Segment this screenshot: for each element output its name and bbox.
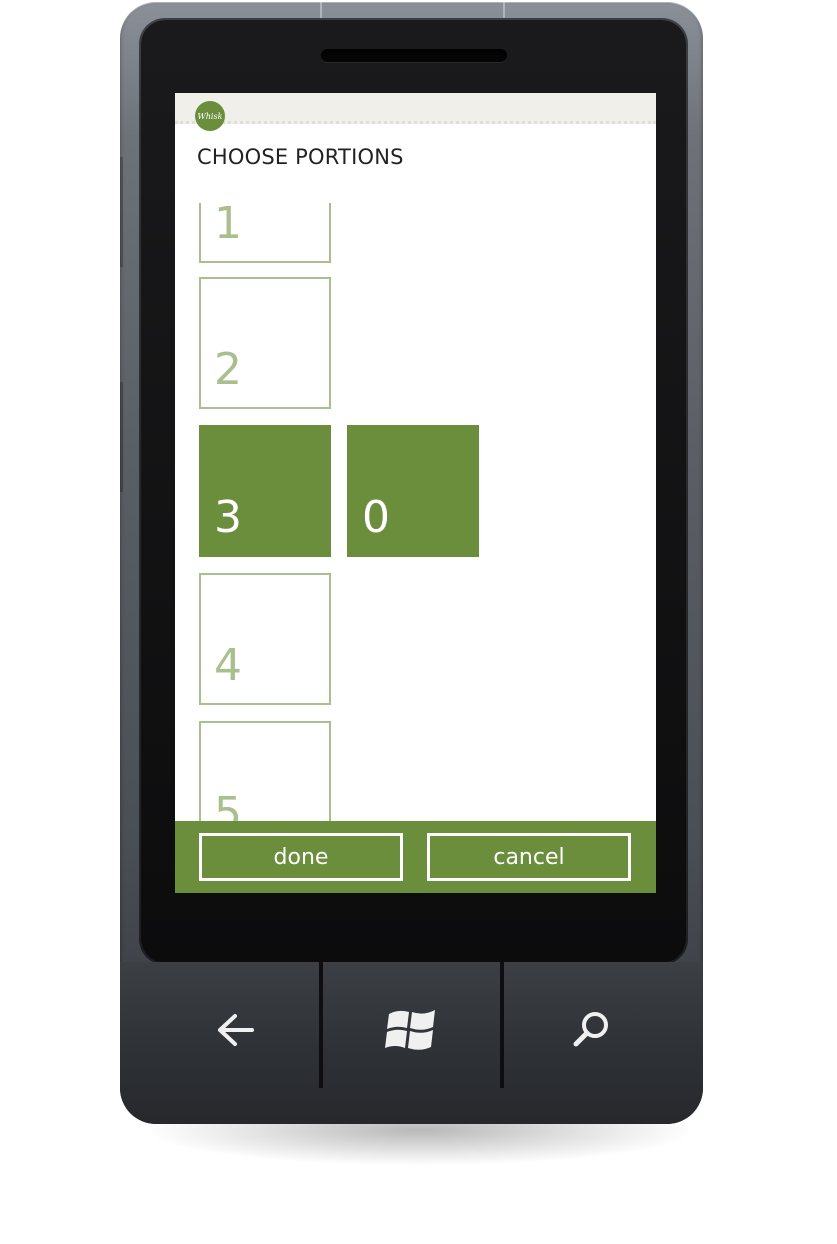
back-arrow-icon — [218, 1014, 254, 1046]
header-strip — [175, 93, 656, 124]
app-bar: done cancel — [175, 821, 656, 893]
earpiece — [321, 49, 507, 62]
portion-tile-label: 2 — [214, 344, 242, 395]
body-seam — [320, 2, 322, 18]
fraction-tile-label: 0 — [362, 492, 390, 543]
app-screen: Whisk CHOOSE PORTIONS 1 2 3 0 4 5 done c… — [175, 93, 656, 893]
portion-tile-4[interactable]: 4 — [199, 573, 331, 705]
portion-tile-2[interactable]: 2 — [199, 277, 331, 409]
side-notch — [120, 157, 123, 267]
page-title: CHOOSE PORTIONS — [197, 145, 404, 169]
portion-tile-1[interactable]: 1 — [199, 203, 331, 263]
portion-tile-label: 5 — [214, 788, 242, 821]
app-logo-text: Whisk — [197, 111, 223, 121]
body-seam — [503, 2, 505, 18]
portion-tile-label: 4 — [214, 640, 242, 691]
button-divider — [319, 962, 323, 1088]
start-button[interactable] — [352, 985, 472, 1075]
side-notch — [120, 382, 123, 492]
done-button[interactable]: done — [199, 833, 403, 881]
fraction-tile-selected[interactable]: 0 — [347, 425, 479, 557]
search-button[interactable] — [532, 985, 652, 1075]
portion-tile-label: 1 — [214, 203, 242, 249]
portion-picker[interactable]: 1 2 3 0 4 5 — [175, 203, 656, 821]
portion-tile-5[interactable]: 5 — [199, 721, 331, 821]
back-button[interactable] — [175, 985, 295, 1075]
portion-tile-3-selected[interactable]: 3 — [199, 425, 331, 557]
search-icon — [573, 1012, 608, 1047]
cancel-button[interactable]: cancel — [427, 833, 631, 881]
app-logo: Whisk — [195, 101, 225, 131]
button-divider — [500, 962, 504, 1088]
windows-logo-icon — [385, 1010, 435, 1050]
portion-tile-label: 3 — [214, 492, 242, 543]
